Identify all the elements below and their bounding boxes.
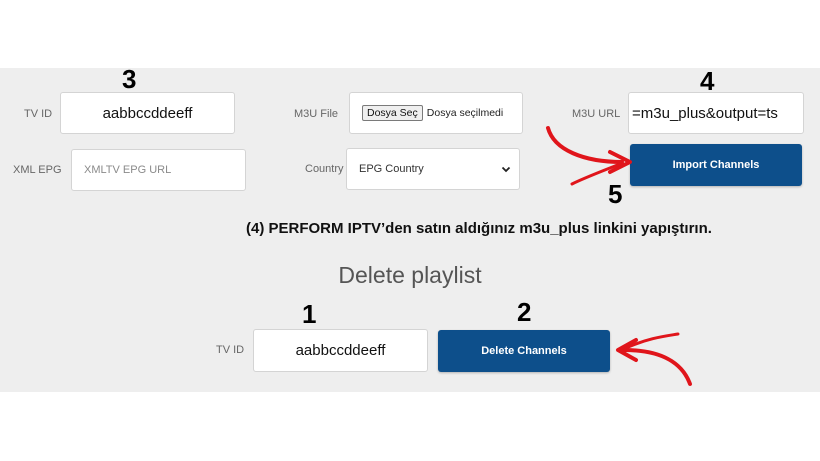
choose-file-button[interactable]: Dosya Seç: [362, 105, 423, 121]
red-arrow-icon: [546, 126, 632, 186]
country-select[interactable]: EPG Country: [346, 148, 520, 190]
xml-epg-input[interactable]: XMLTV EPG URL: [71, 149, 246, 191]
xml-epg-placeholder: XMLTV EPG URL: [84, 164, 172, 176]
tv-id-label: TV ID: [24, 108, 53, 120]
file-status: Dosya seçilmedi: [426, 107, 504, 119]
m3u-url-value: =m3u_plus&output=ts: [632, 104, 778, 122]
m3u-file-input[interactable]: Dosya Seç Dosya seçilmedi: [349, 92, 523, 134]
delete-playlist-heading: Delete playlist: [338, 262, 482, 288]
chevron-down-icon: [501, 166, 511, 173]
delete-channels-button[interactable]: Delete Channels: [438, 330, 610, 372]
delete-channels-label: Delete Channels: [481, 345, 567, 357]
country-selected: EPG Country: [359, 163, 424, 175]
import-channels-label: Import Channels: [672, 159, 760, 171]
red-arrow-icon: [616, 332, 692, 386]
country-label: Country: [305, 163, 344, 175]
step-2-number: 2: [517, 297, 532, 327]
step-1-number: 1: [302, 299, 317, 329]
step-3-number: 3: [122, 64, 137, 94]
delete-tv-id-input[interactable]: aabbccddeeff: [253, 329, 428, 372]
import-channels-button[interactable]: Import Channels: [630, 144, 802, 186]
m3u-url-input[interactable]: =m3u_plus&output=ts: [628, 92, 804, 134]
xml-epg-label: XML EPG: [13, 164, 62, 176]
step-4-number: 4: [700, 66, 715, 96]
tv-id-input[interactable]: aabbccddeeff: [60, 92, 235, 134]
instruction-text: (4) PERFORM IPTV’den satın aldığınız m3u…: [246, 220, 712, 237]
m3u-url-label: M3U URL: [572, 108, 621, 120]
m3u-file-label: M3U File: [294, 108, 339, 120]
tv-id-value: aabbccddeeff: [102, 104, 193, 122]
delete-tv-id-label: TV ID: [216, 344, 245, 356]
delete-tv-id-value: aabbccddeeff: [295, 342, 386, 359]
